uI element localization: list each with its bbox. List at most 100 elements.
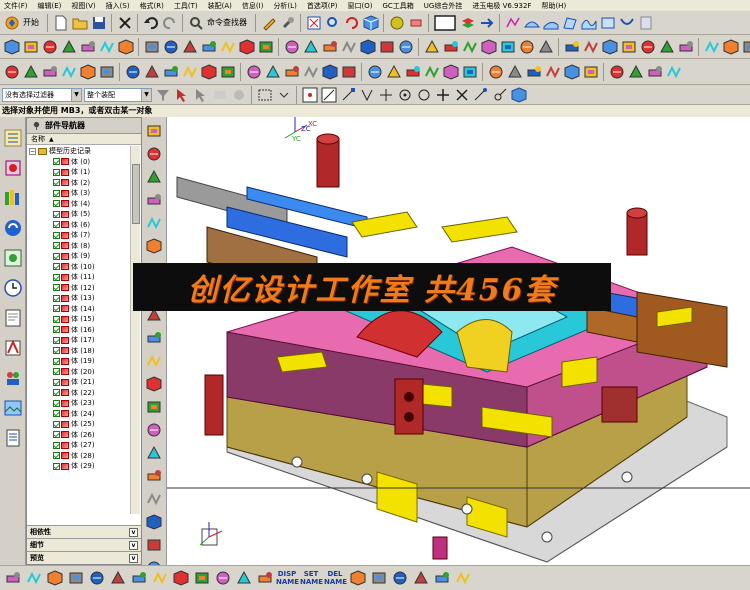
swept-icon[interactable] (703, 38, 720, 55)
navigator-panel-toggle[interactable]: 预览 v (27, 551, 141, 564)
section-icon[interactable] (144, 397, 164, 417)
tree-row-body[interactable]: 体 (10) (27, 262, 131, 273)
visibility-checkbox[interactable] (53, 168, 60, 176)
surface-7-icon[interactable] (637, 14, 654, 31)
tree-row-body[interactable]: 体 (13) (27, 293, 131, 304)
snap-grid-icon[interactable] (301, 86, 318, 103)
rectangle-select-icon[interactable] (256, 86, 273, 103)
visibility-checkbox[interactable] (53, 273, 60, 281)
tree-row-body[interactable]: 体 (25) (27, 419, 131, 430)
navigator-panel-toggle[interactable]: 相依性 v (27, 525, 141, 538)
visibility-checkbox[interactable] (53, 242, 60, 250)
mirror-icon[interactable] (423, 38, 440, 55)
move-face-icon[interactable] (537, 38, 554, 55)
navigator-panel-toggle[interactable]: 细节 v (27, 538, 141, 551)
tree-row-body[interactable]: 体 (3) (27, 188, 131, 199)
clock-icon[interactable] (2, 277, 24, 299)
face-snap-icon[interactable] (472, 86, 489, 103)
visibility-checkbox[interactable] (53, 336, 60, 344)
template-icon[interactable] (2, 307, 24, 329)
sketch-icon[interactable] (504, 14, 521, 31)
slot-icon[interactable] (162, 38, 179, 55)
menu-item[interactable]: 编辑(E) (38, 1, 62, 11)
blend-icon[interactable] (144, 236, 164, 256)
visibility-checkbox[interactable] (53, 410, 60, 418)
part-family-icon[interactable] (219, 63, 236, 80)
split-body-icon[interactable] (283, 38, 300, 55)
tree-row-body[interactable]: 体 (24) (27, 409, 131, 420)
point-icon[interactable] (491, 86, 508, 103)
pencil-icon[interactable] (260, 14, 277, 31)
shaded-icon[interactable] (150, 569, 169, 588)
visibility-checkbox[interactable] (53, 210, 60, 218)
wcs-rotate-icon[interactable] (79, 63, 96, 80)
save-icon[interactable] (90, 14, 107, 31)
surface-icon[interactable] (523, 14, 540, 31)
select-4-icon[interactable] (230, 86, 247, 103)
roles-icon[interactable] (2, 367, 24, 389)
scrollbar-thumb[interactable] (132, 164, 140, 224)
visibility-checkbox[interactable] (53, 420, 60, 428)
trim-icon[interactable] (665, 63, 682, 80)
intersection-icon[interactable] (434, 86, 451, 103)
wireframe-icon[interactable] (171, 569, 190, 588)
layers-icon[interactable] (255, 569, 274, 588)
hammer-icon[interactable] (525, 63, 542, 80)
chevron-down-icon[interactable] (275, 86, 292, 103)
delete-face-icon[interactable] (563, 38, 580, 55)
align-icon[interactable] (608, 63, 625, 80)
scale-icon[interactable] (397, 38, 414, 55)
view-icon[interactable] (3, 569, 22, 588)
redo-icon[interactable] (161, 14, 178, 31)
electrode-icon[interactable] (340, 63, 357, 80)
menu-item[interactable]: 窗口(O) (348, 1, 373, 11)
shell-icon[interactable] (340, 38, 357, 55)
quadrant-icon[interactable] (415, 86, 432, 103)
visibility-checkbox[interactable] (53, 179, 60, 187)
replace-face-icon[interactable] (518, 38, 535, 55)
mold-cooling-icon[interactable] (245, 63, 262, 80)
name-display-button[interactable]: DEL NAME (324, 570, 347, 586)
arrow-icon[interactable] (478, 14, 495, 31)
menu-item[interactable]: 首选项(P) (307, 1, 338, 11)
visibility-checkbox[interactable] (53, 294, 60, 302)
move-layer-icon[interactable] (22, 63, 39, 80)
pad-icon[interactable] (117, 38, 134, 55)
thicken-icon[interactable] (601, 38, 618, 55)
visibility-checkbox[interactable] (53, 263, 60, 271)
wcs-origin-icon[interactable] (60, 63, 77, 80)
trim-body-icon[interactable] (257, 38, 274, 55)
cut-icon[interactable] (116, 14, 133, 31)
visibility-checkbox[interactable] (53, 200, 60, 208)
tools-icon[interactable] (506, 63, 523, 80)
arrow-right-icon[interactable] (453, 569, 472, 588)
intersection-2-icon[interactable] (453, 86, 470, 103)
bill-of-material-icon[interactable] (423, 63, 440, 80)
tree-row-body[interactable]: 体 (11) (27, 272, 131, 283)
open-folder-icon[interactable] (71, 14, 88, 31)
copy-icon[interactable] (144, 535, 164, 555)
constraint-navigator-icon[interactable] (2, 157, 24, 179)
navigator-column-header[interactable]: 名称 ▲ (27, 134, 141, 145)
wrench-icon[interactable] (279, 14, 296, 31)
menu-item[interactable]: 分析(L) (273, 1, 296, 11)
move-icon[interactable] (144, 512, 164, 532)
document-icon[interactable] (2, 427, 24, 449)
gate-icon[interactable] (385, 63, 402, 80)
history-icon[interactable] (2, 247, 24, 269)
extrude-icon[interactable] (41, 38, 58, 55)
part-navigator-icon[interactable] (2, 187, 24, 209)
eye-icon[interactable] (390, 569, 409, 588)
zoom-icon[interactable] (66, 569, 85, 588)
visibility-checkbox[interactable] (53, 189, 60, 197)
navigator-scrollbar[interactable] (130, 146, 140, 514)
new-file-icon[interactable] (52, 14, 69, 31)
tree-row-body[interactable]: 体 (17) (27, 335, 131, 346)
groove-icon[interactable] (181, 38, 198, 55)
ejector-pin-icon[interactable] (264, 63, 281, 80)
mesh-icon[interactable] (677, 38, 694, 55)
tree-row-body[interactable]: 体 (5) (27, 209, 131, 220)
visibility-checkbox[interactable] (53, 305, 60, 313)
sketch-icon[interactable] (3, 38, 20, 55)
sub-insert-icon[interactable] (321, 63, 338, 80)
